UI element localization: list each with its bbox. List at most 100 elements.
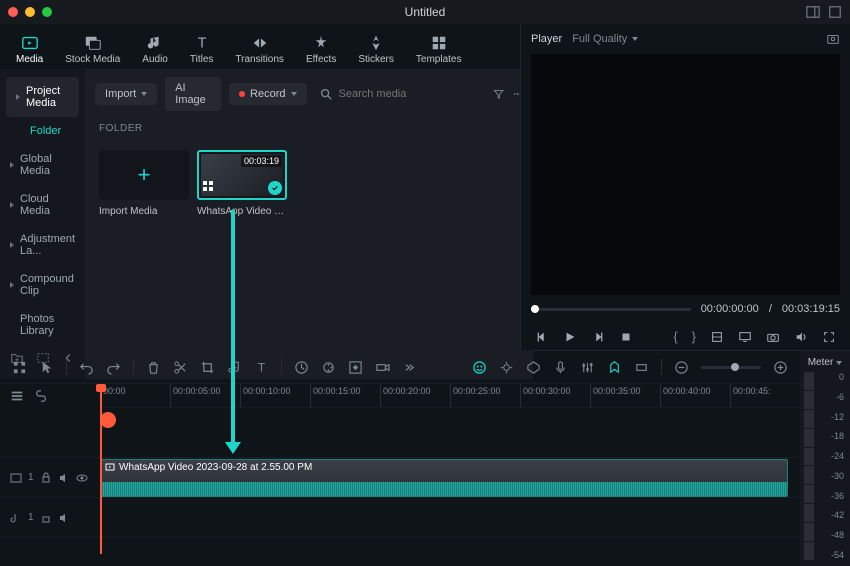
sidebar-cloud-media[interactable]: Cloud Media — [0, 185, 85, 225]
layout-icon[interactable] — [806, 5, 820, 19]
total-time: 00:03:19:15 — [782, 303, 840, 315]
quality-dropdown[interactable]: Full Quality — [572, 33, 638, 45]
zoom-slider[interactable] — [701, 366, 761, 369]
clip-type-icon — [202, 180, 214, 195]
color-icon[interactable] — [321, 360, 336, 375]
smart-icon[interactable] — [472, 360, 487, 375]
meter-tick: 0 — [814, 372, 844, 382]
tab-templates[interactable]: Templates — [410, 30, 468, 69]
snapshot-icon[interactable] — [826, 32, 840, 46]
sidebar-compound-clip[interactable]: Compound Clip — [0, 265, 85, 305]
panel-icon[interactable] — [828, 5, 842, 19]
clip-video-icon — [105, 462, 115, 472]
svg-text:T: T — [197, 36, 206, 52]
timeline-ruler[interactable]: 00:00 00:00:05:00 00:00:10:00 00:00:15:0… — [100, 384, 800, 408]
import-media-tile[interactable]: + Import Media — [99, 150, 189, 217]
mark-out-icon[interactable]: } — [692, 329, 696, 344]
window-close[interactable] — [8, 7, 18, 17]
group-icon[interactable] — [375, 360, 390, 375]
play-icon[interactable] — [563, 330, 577, 344]
filter-icon[interactable] — [493, 87, 504, 101]
audio-track-icon — [10, 512, 22, 524]
audio-icon — [146, 34, 164, 52]
undo-icon[interactable] — [79, 360, 94, 375]
media-clip[interactable]: 00:03:19 WhatsApp Video 202... — [197, 150, 287, 217]
audio-track-header[interactable]: 1 — [0, 498, 100, 537]
clip-duration: 00:03:19 — [241, 155, 282, 167]
tab-stock-media[interactable]: Stock Media — [59, 30, 126, 69]
search-input[interactable] — [339, 88, 481, 100]
display-icon[interactable] — [738, 330, 752, 344]
more-tools-icon[interactable] — [402, 360, 417, 375]
link-icon[interactable] — [34, 389, 48, 403]
drag-indicator-arrow — [231, 210, 235, 444]
next-frame-icon[interactable] — [591, 330, 605, 344]
meter-dropdown[interactable]: Meter — [800, 355, 850, 372]
sidebar-adjustment-layer[interactable]: Adjustment La... — [0, 225, 85, 265]
zoom-in-icon[interactable] — [773, 360, 788, 375]
meter-tick: -24 — [814, 451, 844, 461]
window-minimize[interactable] — [25, 7, 35, 17]
lock-icon[interactable] — [40, 472, 52, 484]
crop-ratio-icon[interactable] — [710, 330, 724, 344]
video-track-header[interactable]: 1 — [0, 458, 100, 497]
volume-icon[interactable] — [794, 330, 808, 344]
fullscreen-icon[interactable] — [822, 330, 836, 344]
track-options-icon[interactable] — [10, 389, 24, 403]
crop-icon[interactable] — [200, 360, 215, 375]
search-icon — [319, 87, 333, 101]
zoom-out-icon[interactable] — [674, 360, 689, 375]
media-icon — [21, 34, 39, 52]
timeline-clip[interactable]: WhatsApp Video 2023-09-28 at 2.55.00 PM — [100, 459, 788, 497]
mute-icon[interactable] — [58, 472, 70, 484]
preview-scrubber[interactable] — [531, 308, 691, 311]
brightness-icon[interactable] — [499, 360, 514, 375]
tab-titles[interactable]: T Titles — [184, 30, 220, 69]
text-icon[interactable]: T — [254, 360, 269, 375]
import-button[interactable]: Import — [95, 83, 157, 105]
ai-image-button[interactable]: AI Image — [165, 77, 221, 111]
stop-icon[interactable] — [619, 330, 633, 344]
marker-tool-icon[interactable] — [607, 360, 622, 375]
mixer-icon[interactable] — [580, 360, 595, 375]
app-title: Untitled — [405, 5, 446, 19]
player-label: Player — [531, 33, 562, 45]
meter-tick: -54 — [814, 550, 844, 560]
adjust-icon[interactable] — [634, 360, 649, 375]
sidebar-folder[interactable]: Folder — [0, 117, 85, 145]
cursor-icon[interactable] — [39, 360, 54, 375]
sidebar-project-media[interactable]: Project Media — [6, 77, 79, 117]
preview-viewport[interactable] — [531, 54, 840, 295]
meter-tick: -42 — [814, 510, 844, 520]
speed-icon[interactable] — [294, 360, 309, 375]
magnet-icon[interactable] — [12, 360, 27, 375]
keyframe-icon[interactable] — [348, 360, 363, 375]
window-maximize[interactable] — [42, 7, 52, 17]
redo-icon[interactable] — [106, 360, 121, 375]
ruler-tick: 00:00:15:00 — [310, 384, 380, 407]
current-time: 00:00:00:00 — [701, 303, 759, 315]
prev-frame-icon[interactable] — [535, 330, 549, 344]
tab-stickers[interactable]: Stickers — [352, 30, 400, 69]
camera-icon[interactable] — [766, 330, 780, 344]
titles-icon: T — [193, 34, 211, 52]
tab-media[interactable]: Media — [10, 30, 49, 69]
sidebar-global-media[interactable]: Global Media — [0, 145, 85, 185]
meter-tick: -48 — [814, 530, 844, 540]
visibility-icon[interactable] — [76, 472, 88, 484]
mute-icon[interactable] — [58, 512, 70, 524]
tab-transitions[interactable]: Transitions — [229, 30, 290, 69]
ruler-tick: 00:00 — [100, 384, 170, 407]
lock-icon[interactable] — [40, 512, 52, 524]
split-icon[interactable] — [173, 360, 188, 375]
timeline-marker[interactable] — [100, 412, 116, 428]
tab-audio[interactable]: Audio — [136, 30, 174, 69]
tab-effects[interactable]: Effects — [300, 30, 342, 69]
playhead[interactable] — [100, 384, 102, 554]
voiceover-icon[interactable] — [553, 360, 568, 375]
render-icon[interactable] — [526, 360, 541, 375]
record-button[interactable]: Record — [229, 83, 306, 105]
mark-in-icon[interactable]: { — [673, 329, 677, 344]
delete-icon[interactable] — [146, 360, 161, 375]
sidebar-photos-library[interactable]: Photos Library — [0, 305, 85, 345]
